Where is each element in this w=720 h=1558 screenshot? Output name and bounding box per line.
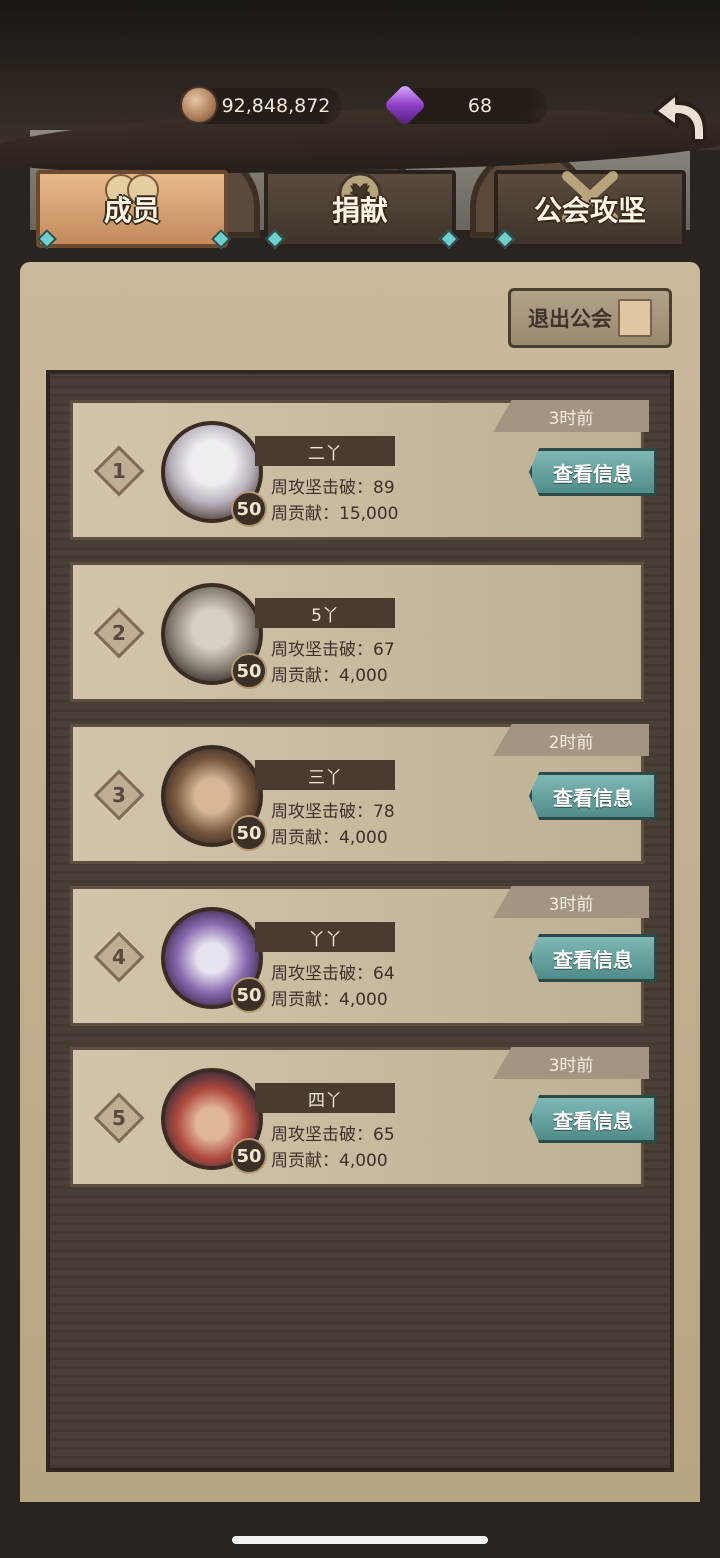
last-online: 3时前 — [493, 886, 649, 918]
leave-guild-label: 退出公会 — [528, 307, 612, 331]
tab-guild-siege[interactable]: 公会攻坚 — [494, 170, 686, 248]
member-row[interactable]: 3 50 三丫 周攻坚击破：78 周贡献：4,000 2时前 查看信息 — [70, 724, 657, 864]
weekly-kills: 周攻坚击破：78 — [271, 802, 395, 822]
last-online: 3时前 — [493, 400, 649, 432]
view-info-button[interactable]: 查看信息 — [529, 772, 657, 820]
rank-badge: 5 — [93, 1092, 145, 1144]
level-badge: 50 — [231, 815, 267, 851]
level-badge: 50 — [231, 653, 267, 689]
rank-badge: 4 — [93, 931, 145, 983]
back-button[interactable] — [645, 82, 713, 152]
last-online: 2时前 — [493, 724, 649, 756]
member-name: 丫丫 — [255, 922, 395, 952]
rank-number: 1 — [112, 459, 126, 483]
rank-number: 4 — [112, 945, 126, 969]
member-row[interactable]: 4 50 丫丫 周攻坚击破：64 周贡献：4,000 3时前 查看信息 — [70, 886, 657, 1026]
back-arrow-icon — [653, 91, 707, 143]
level-badge: 50 — [231, 1138, 267, 1174]
tab-members[interactable]: 成员 — [36, 170, 228, 248]
rank-badge: 2 — [93, 607, 145, 659]
member-name: 三丫 — [255, 760, 395, 790]
member-name: 5丫 — [255, 598, 395, 628]
tab-donate-label: 捐献 — [331, 194, 388, 227]
rank-badge: 1 — [93, 445, 145, 497]
tab-guild-siege-label: 公会攻坚 — [533, 194, 646, 227]
level-badge: 50 — [231, 977, 267, 1013]
member-name: 二丫 — [255, 436, 395, 466]
coin-counter: 92,848,872 — [180, 86, 342, 124]
weekly-contribution: 周贡献：4,000 — [271, 1151, 388, 1171]
tab-members-label: 成员 — [103, 194, 160, 227]
weekly-kills: 周攻坚击破：67 — [271, 640, 395, 660]
rank-number: 5 — [112, 1106, 126, 1130]
weekly-kills: 周攻坚击破：89 — [271, 478, 395, 498]
view-info-button[interactable]: 查看信息 — [529, 934, 657, 982]
exit-door-icon — [618, 299, 652, 337]
view-info-button[interactable]: 查看信息 — [529, 448, 657, 496]
rank-badge: 3 — [93, 769, 145, 821]
view-info-button[interactable]: 查看信息 — [529, 1095, 657, 1143]
weekly-contribution: 周贡献：4,000 — [271, 990, 388, 1010]
gem-counter: 68 — [383, 83, 548, 127]
last-online: 3时前 — [493, 1047, 649, 1079]
rank-number: 3 — [112, 783, 126, 807]
leave-guild-button[interactable]: 退出公会 — [508, 288, 672, 348]
member-row[interactable]: 1 50 二丫 周攻坚击破：89 周贡献：15,000 3时前 查看信息 — [70, 400, 657, 540]
weekly-kills: 周攻坚击破：64 — [271, 964, 395, 984]
member-row[interactable]: 5 50 四丫 周攻坚击破：65 周贡献：4,000 3时前 查看信息 — [70, 1047, 657, 1187]
weekly-kills: 周攻坚击破：65 — [271, 1125, 395, 1145]
tab-donate[interactable]: ¥ 捐献 — [264, 170, 456, 248]
weekly-contribution: 周贡献：4,000 — [271, 828, 388, 848]
level-badge: 50 — [231, 491, 267, 527]
home-indicator[interactable] — [232, 1536, 488, 1544]
coin-icon — [180, 86, 218, 124]
weekly-contribution: 周贡献：4,000 — [271, 666, 388, 686]
member-name: 四丫 — [255, 1083, 395, 1113]
member-row[interactable]: 2 50 5丫 周攻坚击破：67 周贡献：4,000 — [70, 562, 644, 702]
rank-number: 2 — [112, 621, 126, 645]
weekly-contribution: 周贡献：15,000 — [271, 504, 399, 524]
